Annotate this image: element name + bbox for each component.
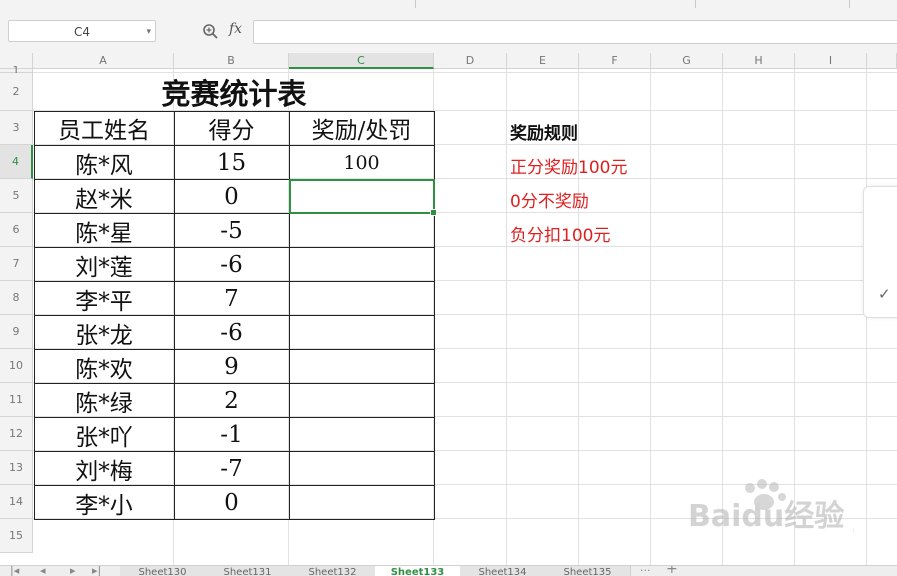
zoom-icon[interactable] — [202, 23, 218, 39]
row-header-9[interactable]: 9 — [0, 315, 33, 349]
prev-sheet-icon[interactable]: ◂ — [40, 566, 46, 576]
grid-row-line — [33, 212, 897, 213]
column-header-h[interactable]: H — [723, 53, 795, 69]
grid-col-line — [173, 69, 174, 565]
column-header-f[interactable]: F — [579, 53, 651, 69]
grid-row-line — [33, 382, 897, 383]
watermark-text: Baidu经验 jingyan.baidu.com — [688, 499, 854, 534]
grid-col-line — [288, 69, 289, 565]
more-sheets-icon[interactable]: ··· — [640, 566, 651, 576]
formula-input[interactable] — [253, 20, 897, 44]
grid-row-line — [33, 450, 897, 451]
grid-row-line — [33, 178, 897, 179]
first-sheet-icon[interactable]: |◂ — [10, 566, 19, 576]
sheet-tab-bar: |◂ ◂ ▸ ▸| ··· + Sheet130 Sheet131 Sheet132… — [0, 565, 897, 576]
row-header-11[interactable]: 11 — [0, 383, 33, 417]
column-header-a[interactable]: A — [33, 53, 174, 69]
row-header-15[interactable]: 15 — [0, 519, 33, 553]
chevron-down-icon[interactable]: ▾ — [146, 21, 151, 43]
name-box-value: C4 — [73, 25, 90, 39]
column-header-i[interactable]: I — [795, 53, 867, 69]
grid-row-line — [33, 110, 897, 111]
row-header-4[interactable]: 4 — [0, 145, 33, 179]
column-header-b[interactable]: B — [174, 53, 289, 69]
column-header-e[interactable]: E — [507, 53, 579, 69]
selected-cell-c4[interactable] — [289, 179, 437, 216]
grid-row-line — [33, 246, 897, 247]
column-header-g[interactable]: G — [651, 53, 723, 69]
row-header-12[interactable]: 12 — [0, 417, 33, 451]
column-header-d[interactable]: D — [434, 53, 507, 69]
grid-row-line — [33, 348, 897, 349]
side-panel[interactable]: ✓ — [863, 186, 897, 318]
baidu-watermark-icon: Baidu经验 jingyan.baidu.com — [688, 479, 854, 534]
grid-col-line — [578, 69, 579, 565]
grid-row-line — [33, 144, 897, 145]
column-header-c[interactable]: C — [289, 53, 434, 69]
fx-icon[interactable]: fx — [229, 21, 242, 37]
next-sheet-icon[interactable]: ▸ — [70, 566, 76, 576]
grid-row-line — [33, 416, 897, 417]
row-header-13[interactable]: 13 — [0, 451, 33, 485]
grid-col-line — [433, 69, 434, 565]
row-header-8[interactable]: 8 — [0, 281, 33, 315]
row-header-14[interactable]: 14 — [0, 485, 33, 519]
formula-bar: C4 ▾ fx — [0, 10, 897, 53]
grid-row-line — [33, 72, 897, 73]
row-header-7[interactable]: 7 — [0, 247, 33, 281]
grid-col-line — [506, 69, 507, 565]
row-header-5[interactable]: 5 — [0, 179, 33, 213]
column-header-filler — [867, 53, 897, 69]
check-icon[interactable]: ✓ — [878, 285, 891, 303]
row-header-10[interactable]: 10 — [0, 349, 33, 383]
row-header-3[interactable]: 3 — [0, 111, 33, 145]
grid-col-line — [650, 69, 651, 565]
add-sheet-icon[interactable]: + — [666, 566, 678, 576]
name-box[interactable]: C4 ▾ — [8, 20, 156, 42]
grid-row-line — [33, 280, 897, 281]
row-header-2[interactable]: 2 — [0, 73, 33, 111]
grid-row-line — [33, 314, 897, 315]
last-sheet-icon[interactable]: ▸| — [92, 566, 101, 576]
row-header-6[interactable]: 6 — [0, 213, 33, 247]
fill-handle[interactable] — [430, 209, 437, 216]
